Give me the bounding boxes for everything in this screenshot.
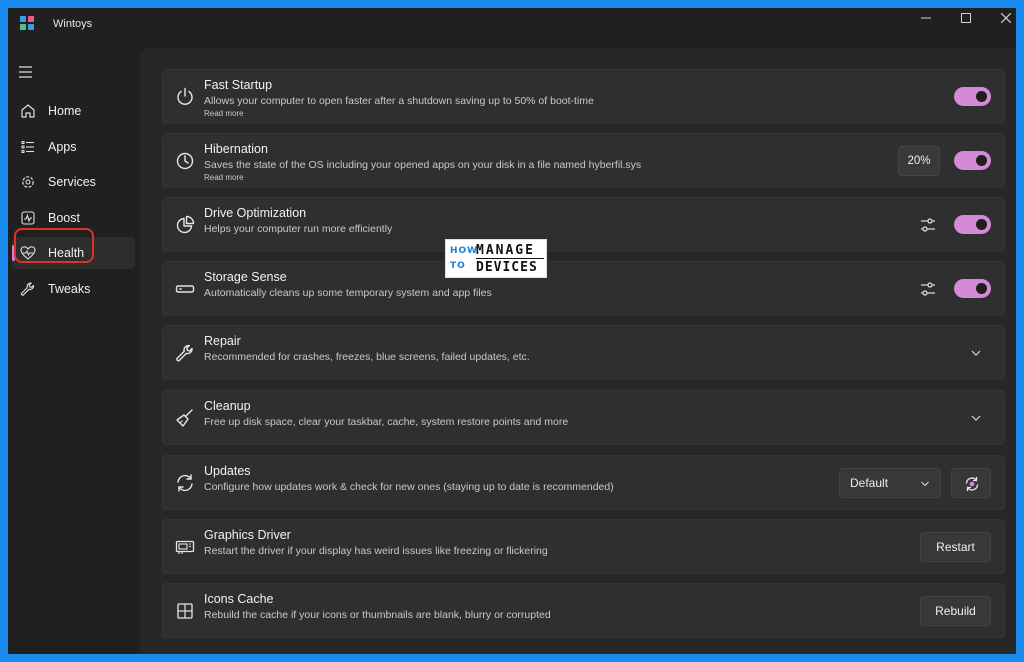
drive-icon bbox=[175, 285, 195, 293]
hibernation-size-input[interactable]: 20% bbox=[898, 146, 940, 176]
restart-driver-button[interactable]: Restart bbox=[920, 532, 991, 562]
pie-chart-icon bbox=[176, 215, 195, 234]
watermark-divider bbox=[476, 258, 544, 259]
services-gear-icon bbox=[22, 176, 34, 188]
refresh-icon bbox=[965, 476, 979, 492]
gpu-icon bbox=[175, 540, 195, 554]
app-logo-icon bbox=[20, 16, 34, 30]
card-storage-sense: Storage Sense Automatically cleans up so… bbox=[162, 261, 1005, 316]
close-button[interactable] bbox=[986, 8, 1016, 28]
card-description: Recommended for crashes, freezes, blue s… bbox=[204, 351, 530, 363]
check-updates-button[interactable] bbox=[951, 468, 991, 498]
card-description: Restart the driver if your display has w… bbox=[204, 545, 548, 557]
sidebar-item-label: Home bbox=[48, 104, 82, 118]
chevron-down-icon[interactable] bbox=[970, 347, 982, 359]
chevron-down-icon[interactable] bbox=[970, 412, 982, 424]
read-more-link[interactable]: Read more bbox=[204, 173, 244, 182]
card-description: Allows your computer to open faster afte… bbox=[204, 95, 594, 107]
sidebar-item-services[interactable]: Services bbox=[12, 166, 135, 198]
card-hibernation: Hibernation Saves the state of the OS in… bbox=[162, 133, 1005, 188]
home-icon bbox=[21, 104, 35, 118]
update-mode-value: Default bbox=[850, 476, 889, 490]
power-icon bbox=[177, 87, 193, 105]
wrench-icon bbox=[176, 344, 193, 362]
storage-sense-toggle[interactable] bbox=[954, 279, 991, 298]
card-description: Saves the state of the OS including your… bbox=[204, 159, 642, 171]
drive-optimization-toggle[interactable] bbox=[954, 215, 991, 234]
card-title: Hibernation bbox=[204, 142, 268, 156]
app-window: Wintoys Home Apps Services Boost Health … bbox=[8, 8, 1016, 654]
card-cleanup[interactable]: Cleanup Free up disk space, clear your t… bbox=[162, 390, 1005, 445]
sidebar-item-label: Services bbox=[48, 175, 96, 189]
hibernation-toggle[interactable] bbox=[954, 151, 991, 170]
watermark-logo: HOW TO MANAGE DEVICES bbox=[445, 239, 547, 278]
sidebar-item-label: Tweaks bbox=[48, 282, 91, 296]
minimize-button[interactable] bbox=[906, 8, 946, 28]
card-description: Configure how updates work & check for n… bbox=[204, 481, 614, 493]
hamburger-menu-icon[interactable] bbox=[18, 65, 36, 79]
maximize-icon bbox=[961, 13, 971, 23]
update-mode-select[interactable]: Default bbox=[839, 468, 941, 498]
card-description: Free up disk space, clear your taskbar, … bbox=[204, 416, 569, 428]
toggle-knob bbox=[976, 91, 987, 102]
card-drive-optimization: Drive Optimization Helps your computer r… bbox=[162, 197, 1005, 252]
clock-icon bbox=[176, 152, 194, 170]
sidebar-item-label: Apps bbox=[48, 140, 77, 154]
sliders-settings-icon[interactable] bbox=[919, 216, 937, 234]
wrench-icon bbox=[20, 282, 35, 296]
card-title: Cleanup bbox=[204, 399, 251, 413]
app-title: Wintoys bbox=[53, 18, 93, 30]
maximize-button[interactable] bbox=[946, 8, 986, 28]
read-more-link[interactable]: Read more bbox=[204, 109, 244, 118]
card-description: Automatically cleans up some temporary s… bbox=[204, 287, 492, 299]
grid-icon bbox=[177, 603, 193, 619]
card-title: Graphics Driver bbox=[204, 528, 291, 542]
card-title: Icons Cache bbox=[204, 592, 274, 606]
main-content: Fast Startup Allows your computer to ope… bbox=[140, 48, 1016, 654]
close-icon bbox=[1001, 13, 1011, 23]
card-title: Storage Sense bbox=[204, 270, 287, 284]
broom-icon bbox=[176, 409, 193, 427]
toggle-knob bbox=[976, 219, 987, 230]
sidebar-item-label: Boost bbox=[48, 211, 80, 225]
watermark-devices: DEVICES bbox=[476, 260, 538, 275]
sidebar-item-home[interactable]: Home bbox=[12, 95, 135, 127]
health-highlight-annotation bbox=[14, 228, 94, 263]
toggle-knob bbox=[976, 155, 987, 166]
sidebar-item-tweaks[interactable]: Tweaks bbox=[12, 273, 135, 305]
title-bar: Wintoys bbox=[8, 8, 1016, 40]
card-title: Repair bbox=[204, 334, 241, 348]
card-title: Updates bbox=[204, 464, 251, 478]
toggle-knob bbox=[976, 283, 987, 294]
watermark-how: HOW bbox=[450, 246, 479, 256]
sidebar-item-apps[interactable]: Apps bbox=[12, 131, 135, 163]
card-updates: Updates Configure how updates work & che… bbox=[162, 455, 1005, 510]
card-fast-startup: Fast Startup Allows your computer to ope… bbox=[162, 69, 1005, 124]
sync-icon bbox=[177, 474, 193, 492]
card-graphics-driver: Graphics Driver Restart the driver if yo… bbox=[162, 519, 1005, 574]
rebuild-cache-button[interactable]: Rebuild bbox=[920, 596, 991, 626]
chevron-down-icon bbox=[921, 481, 929, 487]
card-repair[interactable]: Repair Recommended for crashes, freezes,… bbox=[162, 325, 1005, 380]
apps-list-icon bbox=[21, 141, 34, 153]
card-icons-cache: Icons Cache Rebuild the cache if your ic… bbox=[162, 583, 1005, 638]
watermark-to: TO bbox=[450, 261, 466, 271]
card-title: Fast Startup bbox=[204, 78, 273, 92]
card-description: Helps your computer run more efficiently bbox=[204, 223, 393, 235]
minimize-icon bbox=[921, 17, 931, 19]
watermark-manage: MANAGE bbox=[476, 243, 535, 258]
sliders-settings-icon[interactable] bbox=[919, 280, 937, 298]
sidebar: Home Apps Services Boost Health Tweaks bbox=[8, 40, 140, 654]
card-description: Rebuild the cache if your icons or thumb… bbox=[204, 609, 551, 621]
fast-startup-toggle[interactable] bbox=[954, 87, 991, 106]
card-title: Drive Optimization bbox=[204, 206, 307, 220]
boost-pulse-icon bbox=[21, 211, 35, 225]
